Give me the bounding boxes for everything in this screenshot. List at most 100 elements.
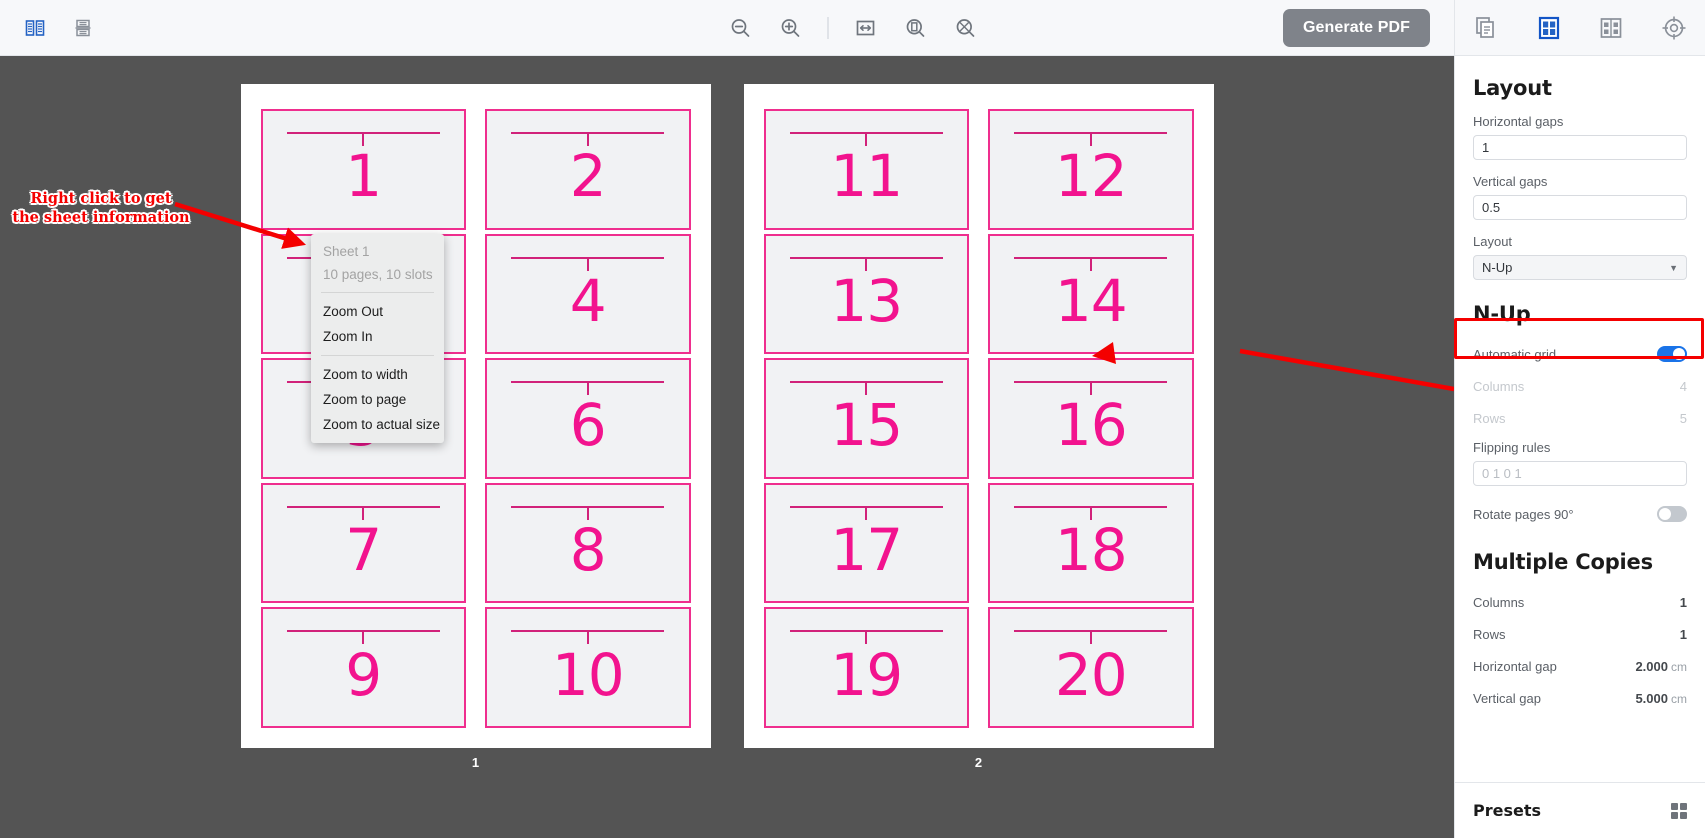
save-disk-icon[interactable]	[66, 11, 100, 45]
zoom-in-icon[interactable]	[773, 11, 807, 45]
slot-number: 4	[569, 266, 607, 335]
slot[interactable]: 4	[485, 233, 691, 355]
toolbar-divider	[827, 16, 828, 39]
slot-number: 11	[830, 142, 903, 211]
panel-scroll-area[interactable]: Layout Horizontal gaps Vertical gaps Lay…	[1455, 56, 1705, 782]
slot[interactable]: 6	[485, 358, 691, 479]
slot[interactable]: 12	[988, 109, 1194, 230]
mc-columns-row[interactable]: Columns 1	[1473, 588, 1687, 616]
nup-rows-value: 5	[1679, 410, 1687, 426]
tab-pages-icon[interactable]	[1463, 5, 1509, 51]
context-menu-divider	[321, 292, 434, 293]
sheet-container: 1 2 3 4 5 6 7 8 9 10 1	[0, 84, 1454, 770]
toolbar-right-group: Generate PDF	[1282, 0, 1705, 55]
nup-columns-row: Columns 4	[1473, 372, 1687, 400]
top-toolbar: Generate PDF	[0, 0, 1705, 56]
zoom-to-page-icon[interactable]	[898, 11, 932, 45]
zoom-to-width-icon[interactable]	[848, 11, 882, 45]
panel-section-layout-title: Layout	[1473, 76, 1552, 100]
preview-canvas[interactable]: 1 2 3 4 5 6 7 8 9 10 1	[0, 56, 1454, 838]
toolbar-zoom-group	[723, 11, 982, 45]
mc-horizontal-gap-value-group: 2.000 cm	[1635, 659, 1687, 674]
slot-tick	[865, 505, 868, 520]
mc-horizontal-gap-unit: cm	[1671, 659, 1687, 674]
zoom-out-icon[interactable]	[723, 11, 757, 45]
slot-number: 2	[569, 142, 607, 211]
automatic-grid-label: Automatic grid	[1473, 346, 1557, 362]
nup-columns-value: 4	[1679, 378, 1687, 394]
slot[interactable]: 1	[260, 109, 466, 230]
split-view-icon[interactable]	[18, 11, 52, 45]
tab-marks-icon[interactable]	[1651, 5, 1697, 51]
slot-number: 16	[1054, 391, 1128, 460]
mc-rows-row[interactable]: Rows 1	[1473, 620, 1687, 648]
tab-layout-icon[interactable]	[1526, 5, 1572, 51]
horizontal-gaps-input[interactable]	[1473, 135, 1687, 160]
mc-horizontal-gap-label: Horizontal gap	[1473, 658, 1557, 674]
mc-rows-value: 1	[1679, 626, 1687, 642]
slot-tick	[865, 381, 868, 396]
slot[interactable]: 18	[988, 482, 1194, 604]
slot-tick	[586, 630, 589, 645]
rotate-pages-row[interactable]: Rotate pages 90°	[1473, 500, 1687, 528]
zoom-actual-size-icon[interactable]	[948, 11, 982, 45]
slot-tick	[1089, 630, 1092, 645]
automatic-grid-toggle[interactable]	[1657, 346, 1687, 362]
context-menu-item-zoom-out[interactable]: Zoom Out	[311, 299, 444, 324]
right-settings-panel: Layout Horizontal gaps Vertical gaps Lay…	[1454, 56, 1705, 838]
slot[interactable]: 9	[260, 607, 466, 728]
slot[interactable]: 10	[485, 607, 691, 728]
mc-horizontal-gap-row[interactable]: Horizontal gap 2.000 cm	[1473, 652, 1687, 680]
layout-mode-label: Layout	[1473, 234, 1513, 249]
slot[interactable]: 13	[763, 233, 969, 355]
context-menu-item-zoom-to-width[interactable]: Zoom to width	[311, 362, 444, 387]
mc-vertical-gap-row[interactable]: Vertical gap 5.000 cm	[1473, 684, 1687, 712]
toggle-knob	[1659, 508, 1671, 520]
chevron-down-icon: ▼	[1669, 262, 1678, 273]
slot-tick	[865, 131, 868, 146]
context-menu-item-zoom-to-page[interactable]: Zoom to page	[311, 387, 444, 412]
slot[interactable]: 20	[988, 607, 1194, 728]
sheet-context-menu[interactable]: Sheet 1 10 pages, 10 slots Zoom Out Zoom…	[311, 234, 444, 443]
slot[interactable]: 17	[763, 482, 969, 604]
grid-icon[interactable]	[1671, 802, 1687, 819]
nup-columns-label: Columns	[1473, 378, 1525, 394]
slot[interactable]: 14	[988, 233, 1194, 355]
panel-tab-strip	[1454, 0, 1705, 55]
slot[interactable]: 8	[485, 482, 691, 604]
tab-imposition-icon[interactable]	[1588, 5, 1634, 51]
mc-columns-value: 1	[1679, 594, 1687, 610]
layout-mode-select[interactable]: N-Up ▼	[1473, 255, 1687, 280]
slot-tick	[586, 256, 589, 271]
mc-vertical-gap-unit: cm	[1671, 691, 1687, 706]
slot-tick	[586, 381, 589, 396]
slot[interactable]: 15	[763, 358, 969, 479]
presets-bar[interactable]: Presets	[1455, 782, 1705, 838]
sheet-label: 1	[471, 755, 480, 770]
slot-tick	[1089, 381, 1092, 396]
slot-tick	[362, 630, 365, 645]
toggle-knob	[1673, 348, 1685, 360]
automatic-grid-row[interactable]: Automatic grid	[1473, 340, 1687, 368]
slot-tick	[1089, 256, 1092, 271]
slot[interactable]: 2	[485, 109, 691, 230]
sheet-2[interactable]: 11 12 13 14 15 16 17 18 19 20	[743, 84, 1214, 748]
annotation-line-2: the sheet information	[12, 209, 190, 226]
context-menu-divider	[321, 355, 434, 356]
nup-rows-row: Rows 5	[1473, 404, 1687, 432]
slot-number: 9	[345, 640, 382, 709]
mc-horizontal-gap-value: 2.000	[1635, 658, 1668, 674]
rotate-pages-toggle[interactable]	[1657, 506, 1687, 522]
slot[interactable]: 11	[763, 109, 969, 230]
slot[interactable]: 16	[988, 358, 1194, 479]
context-menu-item-zoom-in[interactable]: Zoom In	[311, 324, 444, 349]
flipping-rules-input[interactable]	[1473, 461, 1687, 486]
context-menu-item-zoom-actual-size[interactable]: Zoom to actual size	[311, 412, 444, 437]
slot[interactable]: 19	[763, 607, 969, 728]
slot-tick	[1089, 505, 1092, 520]
mc-vertical-gap-value-group: 5.000 cm	[1635, 691, 1687, 706]
slot-number: 14	[1054, 266, 1128, 335]
vertical-gaps-input[interactable]	[1473, 195, 1687, 220]
slot[interactable]: 7	[260, 482, 466, 604]
generate-pdf-button[interactable]: Generate PDF	[1282, 8, 1430, 47]
